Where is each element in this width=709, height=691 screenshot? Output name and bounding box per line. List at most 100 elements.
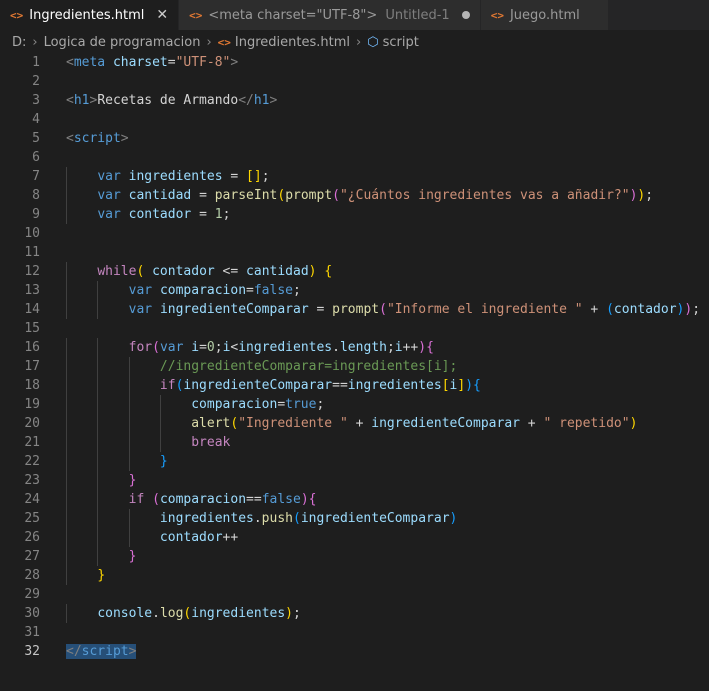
code-token: " repetido"	[543, 416, 630, 431]
code-line[interactable]: 26 contador++	[0, 528, 709, 547]
code-token: )	[418, 340, 427, 355]
code-line[interactable]: 22 }	[0, 452, 709, 471]
code-text: <h1>Recetas de Armando</h1>	[66, 91, 277, 110]
code-token: {	[308, 492, 317, 507]
code-line[interactable]: 24 if (comparacion==false){	[0, 490, 709, 509]
code-line[interactable]: 21 break	[0, 433, 709, 452]
code-line[interactable]: 1 <meta charset="UTF-8">	[0, 53, 709, 72]
code-token: push	[261, 511, 293, 526]
line-number: 27	[24, 549, 40, 564]
code-line[interactable]: 10	[0, 224, 709, 243]
code-token: (	[152, 492, 160, 507]
code-token: ;	[293, 606, 301, 621]
code-text: }	[66, 452, 168, 471]
code-line[interactable]: 19 comparacion=true;	[0, 395, 709, 414]
breadcrumb: D: › Logica de programacion › <> Ingredi…	[0, 30, 709, 54]
code-line[interactable]: 14 var ingredienteComparar = prompt("Inf…	[0, 300, 709, 319]
breadcrumb-symbol[interactable]: script	[383, 35, 419, 50]
unsaved-dot-icon[interactable]	[461, 11, 470, 19]
code-token: )	[308, 264, 317, 279]
breadcrumb-file[interactable]: Ingredientes.html	[235, 35, 350, 50]
code-line[interactable]: 5 <script>	[0, 129, 709, 148]
code-line[interactable]: 20 alert("Ingrediente " + ingredienteCom…	[0, 414, 709, 433]
code-token: prompt	[285, 188, 333, 203]
code-token: []	[246, 169, 262, 184]
line-number: 2	[32, 74, 40, 89]
breadcrumb-drive[interactable]: D:	[12, 35, 26, 50]
html-file-icon: <>	[490, 8, 504, 22]
code-line[interactable]: 4	[0, 110, 709, 129]
code-line[interactable]: 23 }	[0, 471, 709, 490]
code-text: for(var i=0;i<ingredientes.length;i++){	[66, 338, 434, 357]
code-line[interactable]: 11	[0, 243, 709, 262]
code-line[interactable]: 15	[0, 319, 709, 338]
code-line[interactable]: 8 var cantidad = parseInt(prompt("¿Cuánt…	[0, 186, 709, 205]
code-text: <meta charset="UTF-8">	[66, 53, 238, 72]
code-line[interactable]: 28 }	[0, 566, 709, 585]
code-line[interactable]: 2	[0, 72, 709, 91]
code-line[interactable]: 3 <h1>Recetas de Armando</h1>	[0, 91, 709, 110]
code-line[interactable]: 27 }	[0, 547, 709, 566]
code-token: var	[97, 169, 121, 184]
tab-sublabel: Untitled-1	[385, 7, 450, 23]
code-line[interactable]: 9 var contador = 1;	[0, 205, 709, 224]
symbol-cube-icon: ⬡	[367, 34, 379, 50]
code-line[interactable]: 25 ingredientes.push(ingredienteComparar…	[0, 509, 709, 528]
code-token: true	[285, 397, 317, 412]
code-token: )	[449, 511, 458, 526]
code-token: >	[269, 93, 278, 108]
tab-ingredientes[interactable]: <> Ingredientes.html ✕	[0, 0, 180, 30]
code-token: +	[519, 416, 544, 431]
line-number: 28	[24, 568, 40, 583]
tab-untitled-1[interactable]: <> <meta charset="UTF-8"> Untitled-1	[179, 0, 481, 30]
code-line[interactable]: 6	[0, 148, 709, 167]
code-token: ;	[386, 340, 395, 355]
code-text: alert("Ingrediente " + ingredienteCompar…	[66, 414, 637, 433]
code-token: i	[394, 340, 403, 355]
code-line[interactable]: 31	[0, 623, 709, 642]
code-token: .	[332, 340, 340, 355]
tab-juego[interactable]: <> Juego.html	[480, 0, 609, 30]
code-token: //ingredienteComparar=ingredientes[i];	[159, 359, 458, 374]
code-line[interactable]: 30 console.log(ingredientes);	[0, 604, 709, 623]
code-token: .	[152, 606, 160, 621]
code-line[interactable]: 7 var ingredientes = [];	[0, 167, 709, 186]
code-token: ;	[261, 169, 270, 184]
line-number: 24	[24, 492, 40, 507]
code-line[interactable]: 29	[0, 585, 709, 604]
line-number: 12	[24, 264, 40, 279]
code-token: contador	[159, 530, 223, 545]
close-icon[interactable]: ✕	[156, 7, 168, 23]
code-token: <	[66, 131, 74, 146]
code-line[interactable]: 13 var comparacion=false;	[0, 281, 709, 300]
breadcrumb-folder[interactable]: Logica de programacion	[44, 35, 201, 50]
code-text: }	[66, 566, 105, 585]
code-line[interactable]: 18 if(ingredienteComparar==ingredientes[…	[0, 376, 709, 395]
line-number: 19	[24, 397, 40, 412]
code-token: charset	[112, 55, 168, 70]
code-line[interactable]: 17 //ingredienteComparar=ingredientes[i]…	[0, 357, 709, 376]
code-token: </	[238, 93, 254, 108]
chevron-right-icon: ›	[206, 34, 212, 50]
code-line[interactable]: 32 </script>	[0, 642, 709, 661]
code-token: [	[441, 378, 450, 393]
code-token: ==	[246, 492, 262, 507]
code-token: prompt	[332, 302, 380, 317]
line-number: 22	[24, 454, 40, 469]
code-editor[interactable]: 1 <meta charset="UTF-8"> 2 3 <h1>Recetas de …	[0, 53, 709, 691]
code-line[interactable]: 12 while( contador <= cantidad) {	[0, 262, 709, 281]
line-number: 32	[24, 644, 40, 659]
code-token: (	[292, 511, 301, 526]
code-token: contador	[128, 207, 192, 222]
code-line[interactable]: 16 for(var i=0;i<ingredientes.length;i++…	[0, 338, 709, 357]
code-token: ;	[692, 302, 701, 317]
html-file-icon: <>	[189, 8, 203, 22]
code-token: ingredientes	[128, 169, 223, 184]
